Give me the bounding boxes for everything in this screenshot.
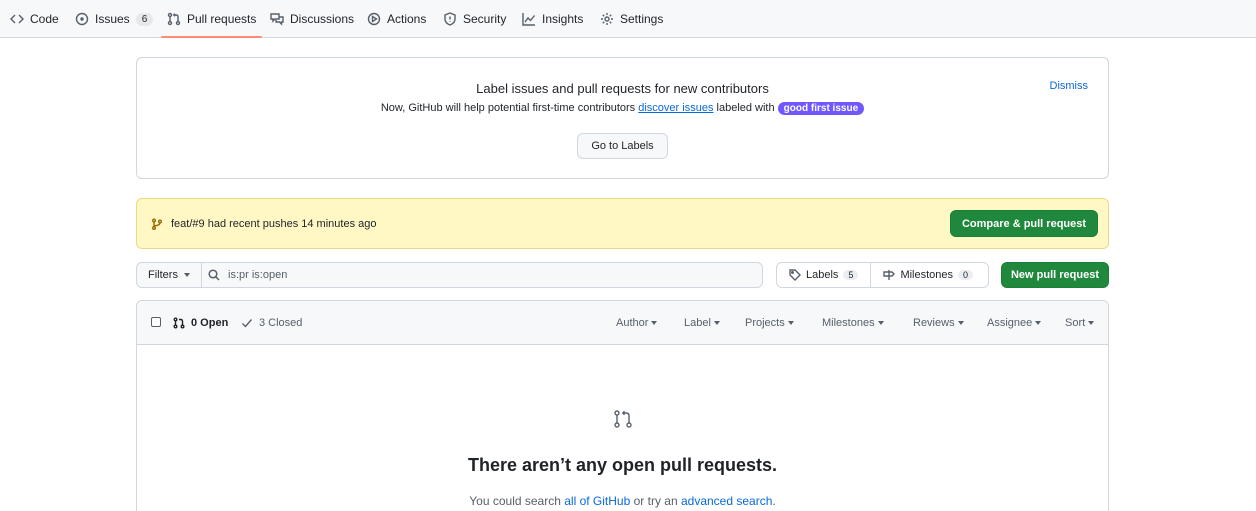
recent-push-flash: feat/#9 had recent pushes 14 minutes ago… bbox=[136, 198, 1109, 249]
discover-issues-link[interactable]: discover issues bbox=[638, 102, 713, 114]
blankslate-desc-middle: or try an bbox=[633, 494, 678, 508]
tab-actions-label: Actions bbox=[387, 12, 427, 26]
tab-code-label: Code bbox=[30, 12, 59, 26]
comment-discussion-icon bbox=[270, 13, 284, 26]
new-contributors-banner: Label issues and pull requests for new c… bbox=[136, 57, 1109, 179]
git-pull-request-icon bbox=[173, 317, 185, 329]
git-pull-request-icon bbox=[613, 409, 633, 429]
milestones-filter[interactable]: Milestones bbox=[822, 301, 884, 345]
tab-pull-requests[interactable]: Pull requests bbox=[160, 0, 263, 38]
chevron-down-icon bbox=[1088, 321, 1095, 325]
blankslate-title: There aren’t any open pull requests. bbox=[467, 455, 778, 475]
open-filter[interactable]: 0 Open bbox=[173, 301, 228, 345]
labels-count: 5 bbox=[843, 270, 859, 280]
blankslate-desc-prefix: You could search bbox=[469, 494, 561, 508]
code-icon bbox=[10, 14, 24, 24]
blankslate-description: You could search all of GitHub or try an… bbox=[137, 494, 1108, 508]
list-header: 0 Open 3 Closed Author Label Projects Mi… bbox=[137, 301, 1108, 345]
open-count: 0 Open bbox=[191, 317, 229, 329]
milestones-label: Milestones bbox=[900, 269, 954, 281]
reviews-filter-label: Reviews bbox=[913, 317, 955, 329]
shield-icon bbox=[444, 12, 456, 26]
all-of-github-link[interactable]: all of GitHub bbox=[564, 494, 630, 508]
play-icon bbox=[367, 12, 381, 26]
issue-opened-icon bbox=[75, 12, 89, 26]
author-filter-label: Author bbox=[616, 317, 649, 329]
issues-count-badge: 6 bbox=[135, 12, 154, 26]
new-pull-request-button[interactable]: New pull request bbox=[1001, 262, 1109, 288]
tag-icon bbox=[789, 269, 801, 281]
author-filter[interactable]: Author bbox=[616, 301, 658, 345]
chevron-down-icon bbox=[1035, 321, 1042, 325]
chevron-down-icon bbox=[877, 321, 884, 325]
git-branch-icon bbox=[152, 218, 162, 230]
chevron-down-icon bbox=[957, 321, 964, 325]
chevron-down-icon bbox=[651, 321, 658, 325]
milestones-count: 0 bbox=[958, 270, 974, 280]
chevron-down-icon bbox=[713, 321, 720, 325]
tab-settings[interactable]: Settings bbox=[600, 0, 663, 38]
chevron-down-icon bbox=[787, 321, 794, 325]
tab-insights-label: Insights bbox=[542, 12, 584, 26]
git-pull-request-icon bbox=[167, 12, 181, 26]
tab-security-label: Security bbox=[463, 12, 507, 26]
go-to-labels-button[interactable]: Go to Labels bbox=[577, 133, 668, 159]
labels-label: Labels bbox=[806, 269, 839, 281]
milestone-icon bbox=[883, 270, 896, 280]
banner-desc-prefix: Now, GitHub will help potential first-ti… bbox=[380, 102, 636, 114]
filters-label: Filters bbox=[148, 269, 178, 281]
graph-icon bbox=[522, 13, 536, 26]
milestones-button[interactable]: Milestones 0 bbox=[870, 263, 985, 287]
banner-title: Label issues and pull requests for new c… bbox=[476, 81, 769, 96]
banner-description: Now, GitHub will help potential first-ti… bbox=[137, 102, 1108, 115]
labels-milestones-group: Labels 5 Milestones 0 bbox=[776, 262, 989, 288]
dismiss-button[interactable]: Dismiss bbox=[1050, 80, 1089, 92]
chevron-down-icon bbox=[183, 273, 190, 277]
projects-filter[interactable]: Projects bbox=[745, 301, 794, 345]
sort-dropdown[interactable]: Sort bbox=[1065, 301, 1095, 345]
recent-push-message: feat/#9 had recent pushes 14 minutes ago bbox=[151, 199, 376, 248]
search-input[interactable] bbox=[228, 269, 728, 281]
tab-discussions-label: Discussions bbox=[290, 12, 355, 26]
label-filter-label: Label bbox=[684, 317, 711, 329]
filters-dropdown[interactable]: Filters bbox=[136, 262, 201, 288]
assignee-filter-label: Assignee bbox=[987, 317, 1033, 329]
reviews-filter[interactable]: Reviews bbox=[913, 301, 964, 345]
check-icon bbox=[242, 319, 253, 328]
gear-icon bbox=[601, 13, 613, 25]
assignee-filter[interactable]: Assignee bbox=[987, 301, 1042, 345]
tab-pull-requests-label: Pull requests bbox=[187, 12, 257, 26]
sort-label: Sort bbox=[1065, 317, 1086, 329]
label-filter[interactable]: Label bbox=[684, 301, 720, 345]
banner-desc-suffix: labeled with bbox=[716, 102, 775, 114]
advanced-search-link[interactable]: advanced search bbox=[681, 494, 772, 508]
repo-nav: Code Issues 6 Pull requests Discussions … bbox=[0, 0, 1256, 38]
projects-filter-label: Projects bbox=[745, 317, 785, 329]
pull-request-list: 0 Open 3 Closed Author Label Projects Mi… bbox=[136, 300, 1109, 511]
blankslate-desc-suffix: . bbox=[772, 494, 776, 508]
closed-filter[interactable]: 3 Closed bbox=[241, 301, 302, 345]
select-all-checkbox[interactable] bbox=[151, 317, 161, 327]
compare-pull-request-button[interactable]: Compare & pull request bbox=[950, 210, 1098, 237]
search-bar: Filters bbox=[136, 262, 763, 288]
tab-actions[interactable]: Actions bbox=[367, 0, 426, 38]
search-icon bbox=[208, 269, 220, 281]
tab-code[interactable]: Code bbox=[10, 0, 59, 38]
branch-name: feat/#9 bbox=[171, 217, 205, 230]
tab-insights[interactable]: Insights bbox=[522, 0, 583, 38]
milestones-filter-label: Milestones bbox=[822, 317, 875, 329]
tab-issues[interactable]: Issues 6 bbox=[75, 0, 154, 38]
search-field[interactable] bbox=[201, 262, 763, 288]
tab-settings-label: Settings bbox=[620, 12, 664, 26]
recent-push-text: had recent pushes 14 minutes ago bbox=[207, 217, 377, 230]
tab-issues-label: Issues bbox=[95, 12, 130, 26]
closed-count: 3 Closed bbox=[259, 317, 303, 329]
tab-security[interactable]: Security bbox=[443, 0, 506, 38]
good-first-issue-label[interactable]: good first issue bbox=[777, 102, 865, 115]
blankslate: There aren’t any open pull requests. You… bbox=[137, 345, 1108, 511]
labels-button[interactable]: Labels 5 bbox=[777, 263, 870, 287]
tab-discussions[interactable]: Discussions bbox=[270, 0, 354, 38]
